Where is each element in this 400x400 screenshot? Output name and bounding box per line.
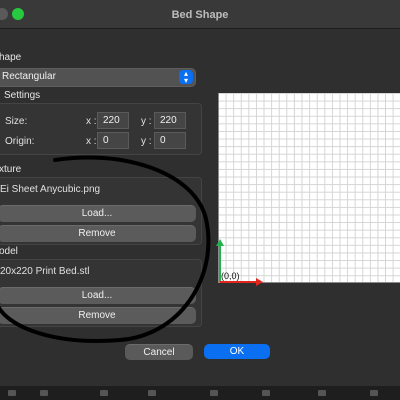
taskbar-item-icon[interactable]: [210, 390, 218, 396]
size-label: Size:: [5, 116, 28, 127]
chevron-up-down-icon: ▴ ▾: [179, 70, 193, 85]
shape-select[interactable]: Rectangular ▴ ▾: [0, 68, 196, 87]
origin-x-field[interactable]: 0: [97, 132, 129, 149]
origin-y-field[interactable]: 0: [154, 132, 186, 149]
settings-label: Settings: [4, 90, 41, 101]
taskbar: [0, 386, 400, 400]
model-load-button[interactable]: Load...: [0, 287, 196, 304]
taskbar-item-icon[interactable]: [100, 390, 108, 396]
bed-shape-dialog: Bed Shape hape Rectangular ▴ ▾ Settings S…: [0, 0, 400, 386]
ok-button[interactable]: OK: [204, 344, 270, 359]
origin-x-label: x :: [86, 136, 97, 147]
taskbar-item-icon[interactable]: [8, 390, 16, 396]
model-remove-button[interactable]: Remove: [0, 307, 196, 324]
texture-label: xture: [0, 164, 22, 175]
cancel-button[interactable]: Cancel: [125, 344, 193, 360]
shape-label: hape: [0, 52, 22, 63]
shape-select-value: Rectangular: [2, 71, 56, 82]
taskbar-item-icon[interactable]: [318, 390, 326, 396]
model-label: odel: [0, 246, 18, 257]
title-bar: Bed Shape: [0, 0, 400, 29]
taskbar-item-icon[interactable]: [40, 390, 48, 396]
texture-load-button[interactable]: Load...: [0, 205, 196, 222]
window-title: Bed Shape: [171, 9, 229, 21]
origin-y-label: y :: [141, 136, 152, 147]
texture-remove-button[interactable]: Remove: [0, 225, 196, 242]
size-x-label: x :: [86, 116, 97, 127]
taskbar-item-icon[interactable]: [262, 390, 270, 396]
model-file-name: 20x220 Print Bed.stl: [0, 266, 90, 277]
texture-file-name: Ei Sheet Anycubic.png: [0, 184, 101, 195]
taskbar-item-icon[interactable]: [370, 390, 378, 396]
size-x-field[interactable]: 220: [97, 112, 129, 129]
bed-outline: [218, 93, 400, 283]
taskbar-item-icon[interactable]: [148, 390, 156, 396]
size-y-field[interactable]: 220: [154, 112, 186, 129]
size-y-label: y :: [141, 116, 152, 127]
origin-label: Origin:: [5, 136, 35, 147]
origin-coordinate-label: (0,0): [221, 271, 240, 281]
